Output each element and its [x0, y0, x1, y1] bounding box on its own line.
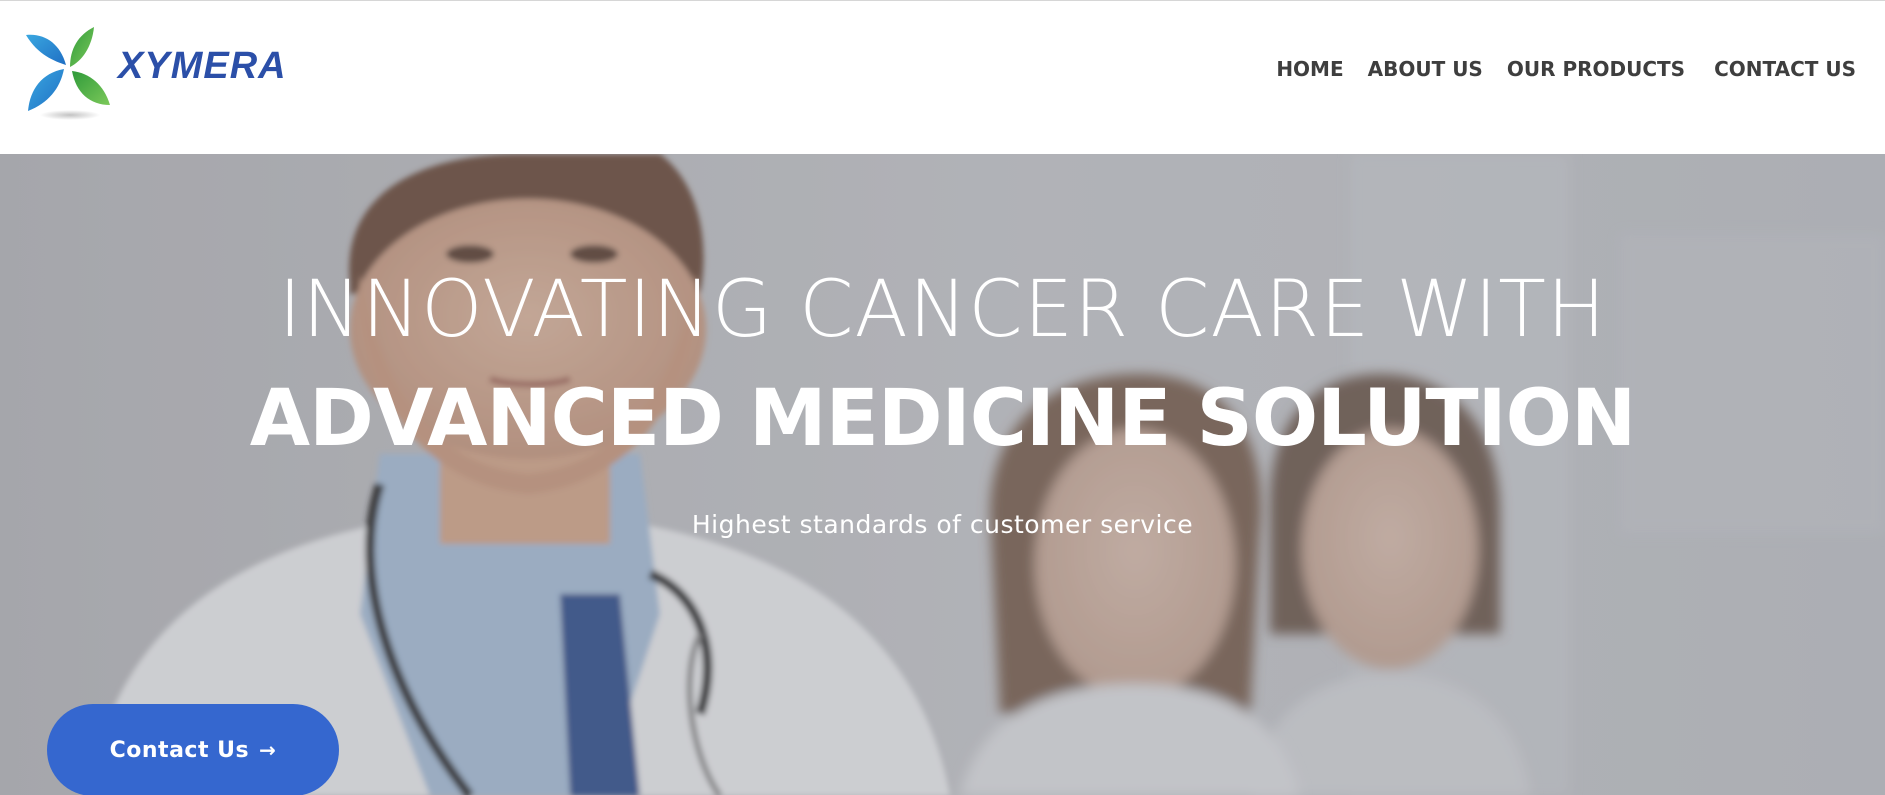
- contact-us-button-label: Contact Us: [109, 737, 250, 763]
- nav-item-home[interactable]: HOME: [1276, 57, 1343, 81]
- contact-us-button[interactable]: Contact Us →: [47, 704, 339, 795]
- nav-item-about-us[interactable]: ABOUT US: [1368, 57, 1483, 81]
- main-nav: HOME ABOUT US OUR PRODUCTS CONTACT US: [1276, 57, 1856, 81]
- nav-item-our-products[interactable]: OUR PRODUCTS: [1507, 57, 1685, 81]
- hero-heading: INNOVATING CANCER CARE WITH ADVANCED MED…: [0, 257, 1885, 475]
- arrow-right-icon: →: [259, 738, 277, 762]
- hero-subheading: Highest standards of customer service: [691, 510, 1194, 539]
- hero-banner: INNOVATING CANCER CARE WITH ADVANCED MED…: [0, 154, 1885, 795]
- hero-heading-line-1: INNOVATING CANCER CARE WITH: [278, 265, 1607, 355]
- hero-heading-line-2: ADVANCED MEDICINE SOLUTION: [249, 374, 1636, 464]
- xymera-logo-icon: [26, 27, 110, 120]
- page: XYMERA HOME ABOUT US OUR PRODUCTS CONTAC…: [0, 0, 1885, 795]
- brand-name: XYMERA: [118, 45, 287, 87]
- site-header: XYMERA HOME ABOUT US OUR PRODUCTS CONTAC…: [0, 1, 1885, 154]
- site-logo[interactable]: XYMERA: [24, 25, 287, 125]
- nav-item-contact-us[interactable]: CONTACT US: [1714, 57, 1856, 81]
